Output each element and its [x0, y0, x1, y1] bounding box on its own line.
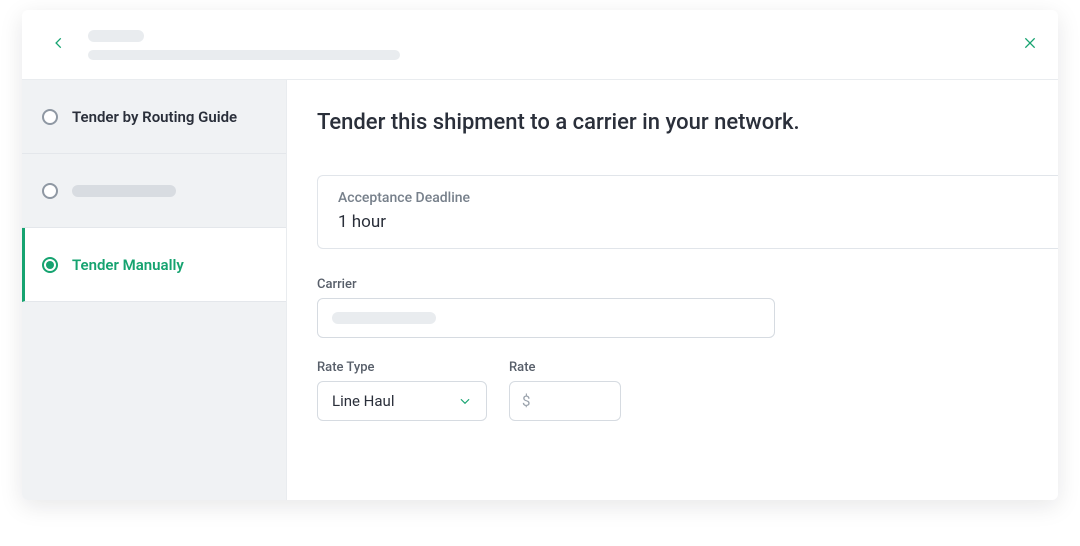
rate-field[interactable]	[530, 393, 608, 410]
skeleton-placeholder	[332, 312, 436, 324]
deadline-label: Acceptance Deadline	[338, 190, 1038, 206]
rate-input[interactable]: $	[509, 381, 621, 421]
radio-unchecked-icon	[42, 109, 58, 125]
close-button[interactable]	[1022, 37, 1038, 53]
rate-type-group: Rate Type Line Haul	[317, 360, 487, 421]
sidebar-item-placeholder[interactable]	[22, 154, 286, 228]
carrier-group: Carrier	[317, 277, 1058, 338]
carrier-label: Carrier	[317, 277, 1058, 292]
skeleton-label	[72, 185, 176, 197]
sidebar-list: Tender by Routing Guide Tender Manually	[22, 80, 286, 302]
chevron-down-icon	[458, 394, 472, 408]
sidebar: Tender by Routing Guide Tender Manually	[22, 80, 287, 500]
back-button[interactable]	[52, 38, 66, 52]
close-icon	[1022, 35, 1038, 54]
deadline-value: 1 hour	[338, 212, 1038, 232]
rate-type-label: Rate Type	[317, 360, 487, 375]
rate-group: Rate $	[509, 360, 621, 421]
sidebar-item-label: Tender Manually	[72, 256, 184, 274]
chevron-left-icon	[52, 36, 66, 53]
rate-row: Rate Type Line Haul Rate $	[317, 360, 1058, 443]
app-window: Tender by Routing Guide Tender Manually …	[22, 10, 1058, 500]
sidebar-item-routing-guide[interactable]: Tender by Routing Guide	[22, 80, 286, 154]
header-title-block	[88, 30, 400, 60]
skeleton-subtitle	[88, 50, 400, 60]
skeleton-title	[88, 30, 144, 42]
radio-checked-icon	[42, 257, 58, 273]
rate-label: Rate	[509, 360, 621, 375]
sidebar-item-tender-manually[interactable]: Tender Manually	[22, 228, 286, 302]
sidebar-item-label: Tender by Routing Guide	[72, 108, 237, 126]
acceptance-deadline-card[interactable]: Acceptance Deadline 1 hour	[317, 175, 1058, 249]
rate-type-value: Line Haul	[332, 392, 394, 410]
currency-symbol: $	[522, 392, 530, 410]
rate-type-select[interactable]: Line Haul	[317, 381, 487, 421]
carrier-input[interactable]	[317, 298, 775, 338]
radio-unchecked-icon	[42, 183, 58, 199]
body: Tender by Routing Guide Tender Manually …	[22, 80, 1058, 500]
main-panel: Tender this shipment to a carrier in you…	[287, 80, 1058, 500]
header	[22, 10, 1058, 80]
page-title: Tender this shipment to a carrier in you…	[317, 110, 1058, 135]
